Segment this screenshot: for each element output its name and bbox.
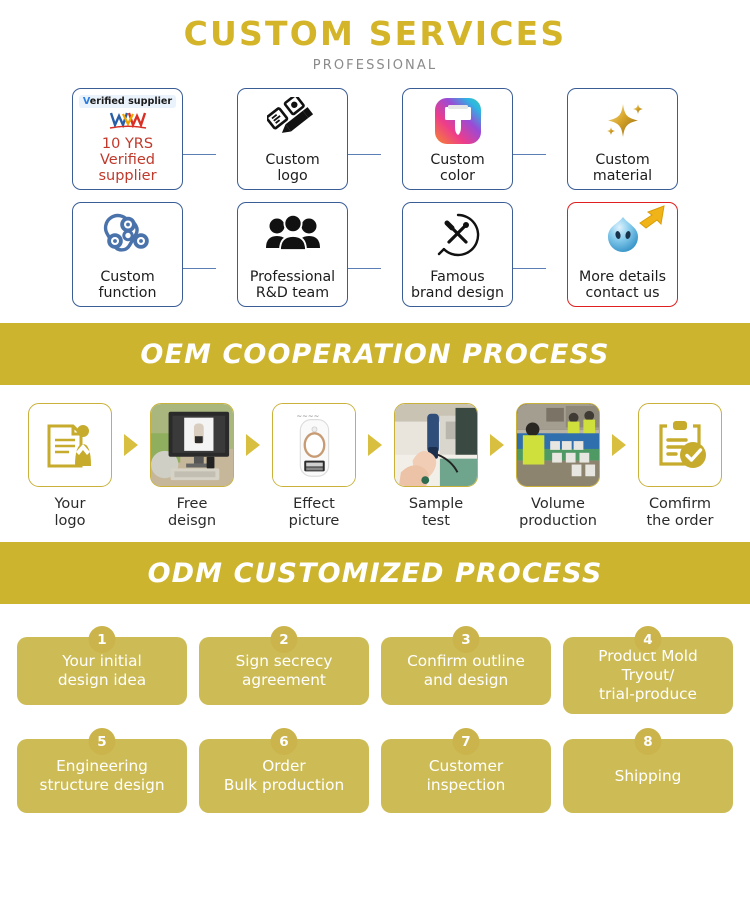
pencil-ruler-icon — [266, 95, 319, 147]
oem-step-4[interactable]: Sample test — [388, 403, 484, 530]
oem-banner: OEM COOPERATION PROCESS — [0, 323, 750, 385]
feature-box-verified-supplier[interactable]: Verified supplier 10 YRS Verified suppli… — [72, 88, 183, 190]
oem-step-label: Volume production — [519, 496, 597, 529]
people-group-icon — [264, 209, 322, 261]
odm-card-label: Sign secrecy agreement — [235, 652, 333, 689]
odm-card-1[interactable]: 1 Your initial design idea — [17, 626, 187, 714]
odm-card-2[interactable]: 2 Sign secrecy agreement — [199, 626, 369, 714]
odm-card-label: Order Bulk production — [223, 757, 345, 794]
right-triangle-arrow-icon — [484, 403, 510, 487]
odm-card-3[interactable]: 3 Confirm outline and design — [381, 626, 551, 714]
oem-step-2[interactable]: Free deisgn — [144, 403, 240, 530]
page-header: CUSTOM SERVICES PROFESSIONAL — [0, 0, 750, 73]
oem-step-3[interactable]: ~~~~ Effect picture — [266, 403, 362, 530]
verified-supplier-badge-icon: Verified supplier — [78, 95, 177, 108]
feature-box-label: Custom color — [430, 152, 485, 184]
odm-step-number: 1 — [88, 626, 116, 653]
badge-text: erified supplier — [89, 96, 173, 107]
odm-card-label: Engineering structure design — [39, 757, 165, 794]
odm-step-number: 5 — [88, 728, 116, 755]
sample-test-photo — [394, 403, 478, 487]
fidget-spinner-icon — [101, 209, 155, 261]
monitor-design-photo — [150, 403, 234, 487]
clipboard-check-icon — [638, 403, 722, 487]
oem-step-5[interactable]: Volume production — [510, 403, 606, 530]
odm-card-label: Product Mold Tryout/ trial-produce — [598, 647, 698, 703]
odm-card-7[interactable]: 7 Customer inspection — [381, 728, 551, 813]
odm-step-number: 6 — [270, 728, 298, 755]
yellow-arrow-icon — [638, 205, 665, 229]
feature-box-label: Custom material — [592, 152, 653, 184]
odm-cards-grid: 1 Your initial design idea 2 Sign secrec… — [0, 604, 750, 813]
page-subtitle: PROFESSIONAL — [312, 58, 438, 73]
right-triangle-arrow-icon — [606, 403, 632, 487]
odm-step-number: 7 — [452, 728, 480, 755]
page-title: CUSTOM SERVICES — [183, 14, 567, 53]
right-triangle-arrow-icon — [118, 403, 144, 487]
odm-step-number: 3 — [452, 626, 480, 653]
odm-banner-title: ODM CUSTOMIZED PROCESS — [147, 557, 603, 589]
odm-card-4[interactable]: 4 Product Mold Tryout/ trial-produce — [563, 626, 733, 714]
feature-box-rd-team[interactable]: Professional R&D team — [237, 202, 348, 307]
tools-circle-icon — [435, 209, 481, 261]
feature-box-custom-function[interactable]: Custom function — [72, 202, 183, 307]
oem-step-6[interactable]: Comfirm the order — [632, 403, 728, 530]
feature-box-label: Famous brand design — [410, 269, 505, 301]
alibaba-logo-icon — [107, 109, 149, 136]
oem-process-row: Your logo Free deisgn ~~~~ Effect pictur… — [0, 385, 750, 530]
oem-step-label: Free deisgn — [167, 496, 217, 529]
odm-card-6[interactable]: 6 Order Bulk production — [199, 728, 369, 813]
feature-box-brand-design[interactable]: Famous brand design — [402, 202, 513, 307]
oem-step-label: Sample test — [408, 496, 464, 529]
badge-prefix: V — [82, 96, 90, 107]
odm-card-label: Confirm outline and design — [407, 652, 525, 689]
feature-row-1: Verified supplier 10 YRS Verified suppli… — [0, 88, 750, 190]
right-triangle-arrow-icon — [240, 403, 266, 487]
feature-box-contact-us[interactable]: More details contact us — [567, 202, 678, 307]
odm-banner: ODM CUSTOMIZED PROCESS — [0, 542, 750, 604]
odm-card-label: Customer inspection — [426, 757, 506, 794]
feature-box-label: Custom logo — [265, 152, 320, 184]
custom-services-page: CUSTOM SERVICES PROFESSIONAL Verified su… — [0, 0, 750, 923]
feature-row-2: Custom function Professional R&D team Fa… — [0, 202, 750, 307]
oem-step-label: Comfirm the order — [646, 496, 714, 529]
right-triangle-arrow-icon — [362, 403, 388, 487]
oem-step-label: Your logo — [54, 496, 86, 529]
paint-brush-icon — [434, 95, 482, 147]
document-person-icon — [28, 403, 112, 487]
odm-card-8[interactable]: 8 Shipping — [563, 728, 733, 813]
feature-section: Verified supplier 10 YRS Verified suppli… — [0, 88, 750, 323]
feature-box-label: More details contact us — [579, 269, 666, 301]
sparkle-star-icon — [597, 95, 649, 147]
feature-box-custom-logo[interactable]: Custom logo — [237, 88, 348, 190]
odm-card-label: Shipping — [614, 766, 682, 785]
feature-box-label: Custom function — [98, 269, 157, 301]
feature-box-label: 10 YRS Verified supplier — [98, 136, 157, 184]
feature-box-label: Professional R&D team — [249, 269, 336, 301]
chat-bubble-face-icon — [598, 205, 665, 261]
odm-step-number: 4 — [634, 626, 662, 653]
oem-step-label: Effect picture — [288, 496, 340, 529]
odm-step-number: 2 — [270, 626, 298, 653]
odm-card-5[interactable]: 5 Engineering structure design — [17, 728, 187, 813]
ipl-device-photo: ~~~~ — [272, 403, 356, 487]
feature-box-custom-color[interactable]: Custom color — [402, 88, 513, 190]
oem-step-1[interactable]: Your logo — [22, 403, 118, 530]
odm-step-number: 8 — [634, 728, 662, 755]
assembly-line-photo — [516, 403, 600, 487]
feature-box-custom-material[interactable]: Custom material — [567, 88, 678, 190]
odm-card-label: Your initial design idea — [57, 652, 147, 689]
oem-banner-title: OEM COOPERATION PROCESS — [140, 338, 610, 370]
